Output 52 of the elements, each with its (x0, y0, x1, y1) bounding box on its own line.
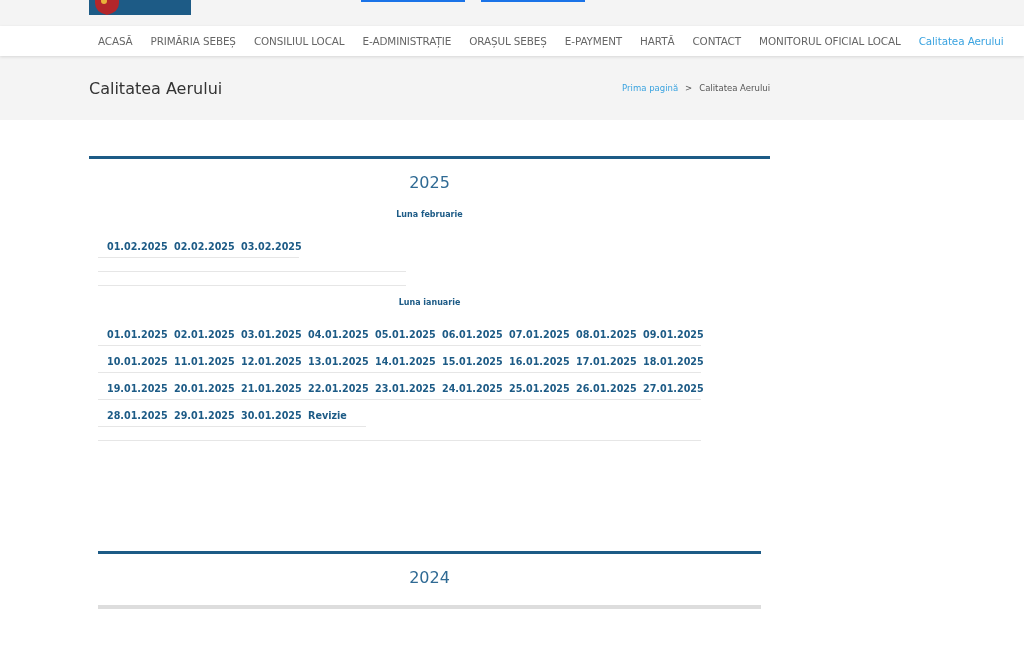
page-title: Calitatea Aerului (89, 78, 223, 98)
logo-banner[interactable] (89, 0, 191, 15)
date-link[interactable]: 20.01.2025 (174, 382, 235, 394)
nav-link[interactable]: E-ADMINISTRAȚIE (353, 35, 461, 47)
date-link[interactable]: 17.01.2025 (576, 355, 637, 367)
nav-link[interactable]: PRIMĂRIA SEBEȘ (141, 35, 245, 47)
date-link[interactable]: 09.01.2025 (643, 328, 704, 340)
nav-link[interactable]: CONTACT (683, 35, 751, 47)
shield-icon (94, 0, 120, 15)
month-heading: Luna februarie (395, 210, 464, 219)
date-link[interactable]: 13.01.2025 (308, 355, 369, 367)
date-link[interactable]: 26.01.2025 (576, 382, 637, 394)
date-link[interactable]: 25.01.2025 (509, 382, 570, 394)
date-link[interactable]: 28.01.2025 (107, 409, 168, 421)
date-link[interactable]: 03.02.2025 (241, 240, 302, 252)
date-link[interactable]: 10.01.2025 (107, 355, 168, 367)
date-link[interactable]: 08.01.2025 (576, 328, 637, 340)
date-link[interactable]: 19.01.2025 (107, 382, 168, 394)
date-link[interactable]: 11.01.2025 (174, 355, 235, 367)
nav-link[interactable]: ORAȘUL SEBEȘ (460, 35, 556, 47)
year-heading: 2024 (408, 568, 451, 587)
date-link[interactable]: 06.01.2025 (442, 328, 503, 340)
year-heading: 2025 (408, 173, 451, 192)
month-heading: Luna ianuarie (397, 298, 462, 307)
date-link[interactable]: 27.01.2025 (643, 382, 704, 394)
date-link[interactable]: 05.01.2025 (375, 328, 436, 340)
date-link[interactable]: 04.01.2025 (308, 328, 369, 340)
date-link[interactable]: 15.01.2025 (442, 355, 503, 367)
date-link[interactable]: 24.01.2025 (442, 382, 503, 394)
date-link[interactable]: 02.02.2025 (174, 240, 235, 252)
date-link[interactable]: 02.01.2025 (174, 328, 235, 340)
date-link[interactable]: 29.01.2025 (174, 409, 235, 421)
date-link[interactable]: 23.01.2025 (375, 382, 436, 394)
breadcrumb-current: Calitatea Aerului (699, 83, 770, 93)
date-link[interactable]: 01.01.2025 (107, 328, 168, 340)
nav-link[interactable]: MONITORUL OFICIAL LOCAL (750, 35, 910, 47)
date-link[interactable]: 14.01.2025 (375, 355, 436, 367)
nav-link[interactable]: E-PAYMENT (555, 35, 632, 47)
nav-link[interactable]: HARTĂ (631, 35, 684, 47)
date-link[interactable]: Revizie (308, 409, 347, 421)
breadcrumb-separator: > (685, 83, 693, 93)
date-link[interactable]: 16.01.2025 (509, 355, 570, 367)
date-link[interactable]: 30.01.2025 (241, 409, 302, 421)
date-link[interactable]: 22.01.2025 (308, 382, 369, 394)
date-link[interactable]: 12.01.2025 (241, 355, 302, 367)
date-link[interactable]: 21.01.2025 (241, 382, 302, 394)
date-link[interactable]: 01.02.2025 (107, 240, 168, 252)
date-link[interactable]: 07.01.2025 (509, 328, 570, 340)
date-link[interactable]: 03.01.2025 (241, 328, 302, 340)
date-link[interactable]: 18.01.2025 (643, 355, 704, 367)
nav-link[interactable]: CONSILIUL LOCAL (244, 35, 354, 47)
nav-link[interactable]: ACASĂ (89, 35, 142, 47)
